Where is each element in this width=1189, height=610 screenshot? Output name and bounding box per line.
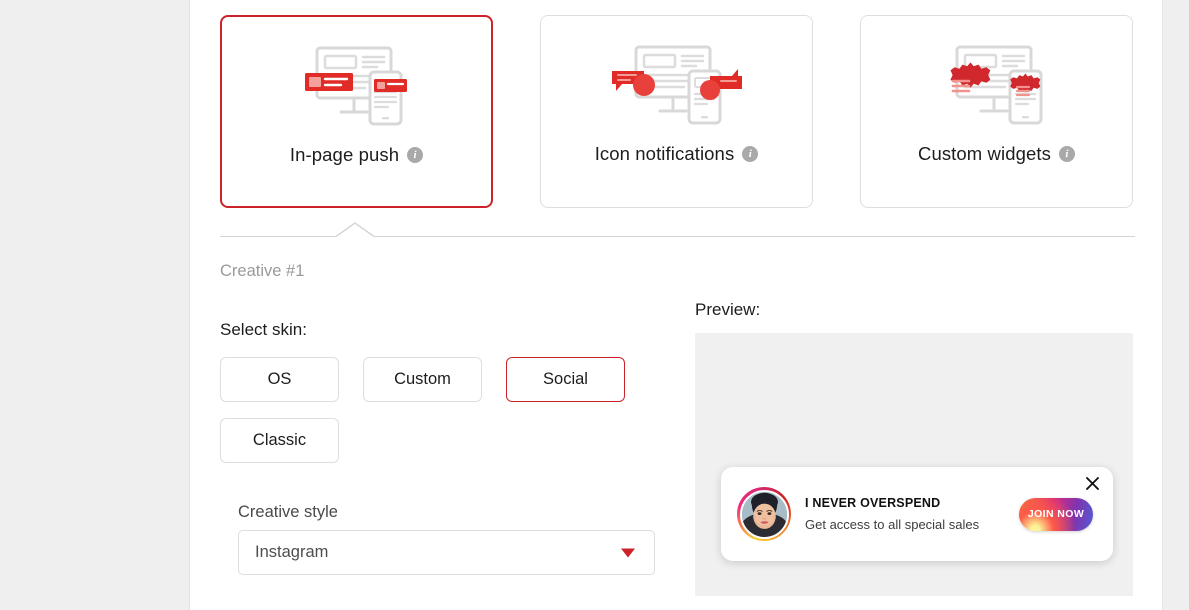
main-content: In-page push i Icon notifications i Cust… <box>190 0 1189 610</box>
creative-style-field: Creative style Instagram <box>238 503 655 575</box>
creative-number-label: Creative #1 <box>220 262 305 280</box>
notification-text-block: I NEVER OVERSPEND Get access to all spec… <box>805 495 1019 533</box>
custom-widgets-illustration <box>937 38 1057 133</box>
format-card-caption: Custom widgets i <box>918 143 1075 165</box>
skin-option-row-2: Classic <box>220 418 660 463</box>
divider-line-left <box>220 236 336 237</box>
format-card-custom-widgets[interactable]: Custom widgets i <box>860 15 1133 208</box>
creative-settings-panel: Creative #1 Select skin: OS Custom Socia… <box>220 262 660 575</box>
info-icon[interactable]: i <box>1059 146 1075 162</box>
preview-panel: Preview: I NEVER OVERSPEND Get access to… <box>695 300 1135 596</box>
divider-line-right <box>374 236 1135 237</box>
creative-style-label: Creative style <box>238 503 338 521</box>
skin-option-os[interactable]: OS <box>220 357 339 402</box>
format-card-icon-notifications[interactable]: Icon notifications i <box>540 15 813 208</box>
join-now-button[interactable]: JOIN NOW <box>1019 498 1093 531</box>
icon-notifications-illustration <box>602 38 752 133</box>
format-card-caption: In-page push i <box>289 144 424 166</box>
preview-label: Preview: <box>695 300 761 319</box>
format-card-caption: Icon notifications i <box>595 143 759 165</box>
chevron-up-icon <box>336 222 374 237</box>
notification-title: I NEVER OVERSPEND <box>805 495 941 510</box>
sidebar-gutter <box>0 0 190 610</box>
select-skin-label: Select skin: <box>220 320 307 339</box>
page-root: In-page push i Icon notifications i Cust… <box>0 0 1189 610</box>
skin-option-classic[interactable]: Classic <box>220 418 339 463</box>
format-card-label: In-page push <box>289 144 400 165</box>
skin-option-row-1: OS Custom Social <box>220 357 660 402</box>
format-card-label: Custom widgets <box>917 143 1051 164</box>
section-divider <box>220 222 1135 244</box>
skin-option-social[interactable]: Social <box>506 357 625 402</box>
format-card-group: In-page push i Icon notifications i Cust… <box>220 15 1133 208</box>
notification-subtitle: Get access to all special sales <box>805 516 980 532</box>
chevron-down-icon[interactable] <box>621 548 635 557</box>
right-gutter <box>1162 0 1189 610</box>
avatar-portrait <box>739 489 789 539</box>
info-icon[interactable]: i <box>742 146 759 162</box>
preview-notification-widget[interactable]: I NEVER OVERSPEND Get access to all spec… <box>721 467 1113 561</box>
format-card-label: Icon notifications <box>594 143 735 164</box>
preview-stage: I NEVER OVERSPEND Get access to all spec… <box>695 333 1133 596</box>
info-icon[interactable]: i <box>407 147 424 163</box>
skin-option-custom[interactable]: Custom <box>363 357 482 402</box>
creative-style-value: Instagram <box>255 543 329 561</box>
in-page-push-illustration <box>303 39 411 134</box>
avatar <box>737 487 791 541</box>
creative-style-select[interactable]: Instagram <box>238 530 655 575</box>
format-card-in-page-push[interactable]: In-page push i <box>220 15 493 208</box>
close-icon[interactable] <box>1085 476 1100 491</box>
